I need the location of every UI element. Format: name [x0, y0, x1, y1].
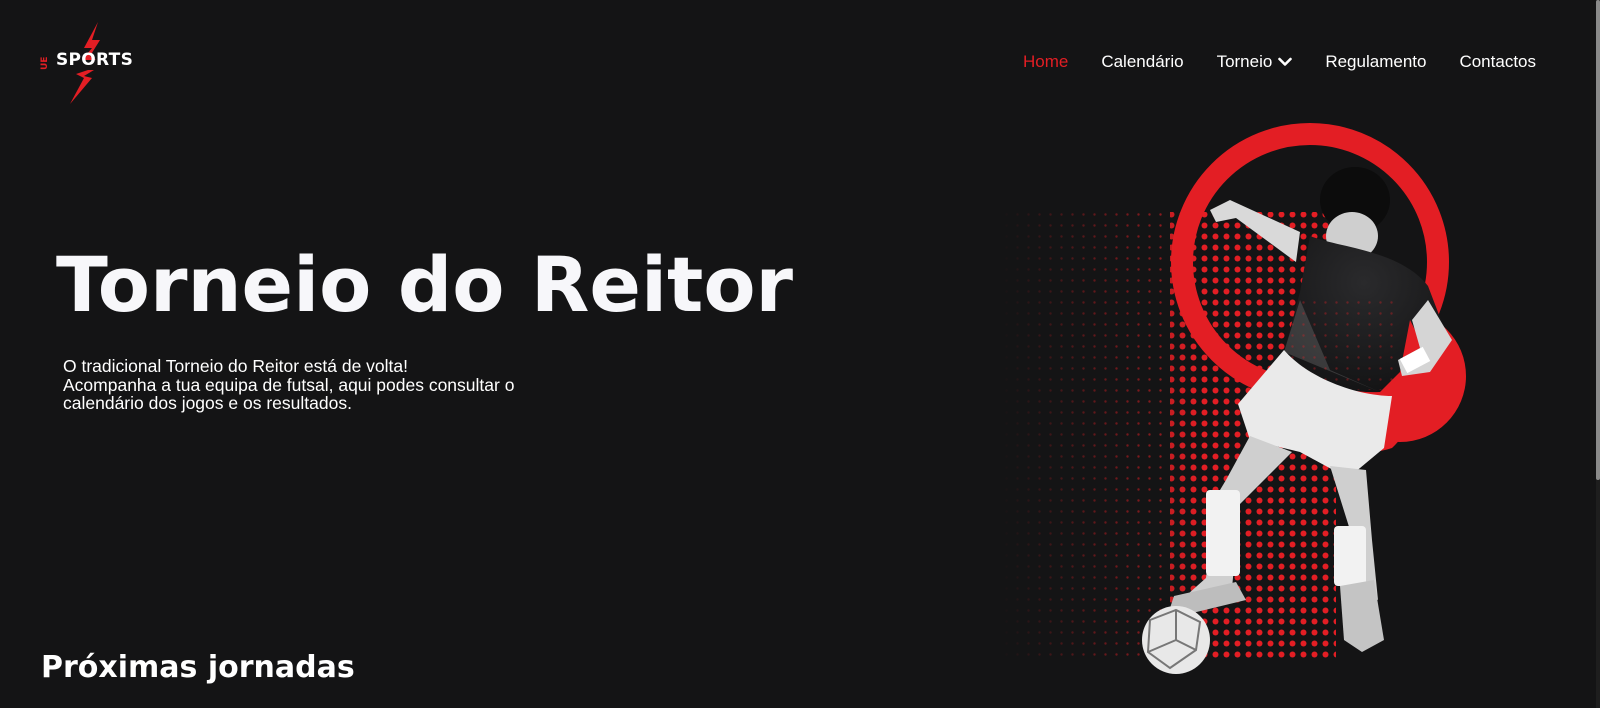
hero-description-line: O tradicional Torneio do Reitor está de … — [63, 356, 409, 376]
nav-calendario-label: Calendário — [1101, 52, 1184, 71]
nav-home-label: Home — [1022, 52, 1069, 71]
logo-name: SPORTS — [56, 50, 134, 70]
hero-description-line: calendário dos jogos e os resultados. — [63, 393, 352, 413]
hero-description: O tradicional Torneio do Reitor está de … — [63, 357, 623, 413]
nav-regulamento-label: Regulamento — [1325, 52, 1427, 71]
nav-regulamento[interactable]: Regulamento — [1325, 52, 1426, 72]
nav-torneio[interactable]: Torneio — [1217, 52, 1293, 72]
scrollbar-thumb[interactable] — [1596, 0, 1600, 480]
hero-player-illustration — [1000, 123, 1466, 674]
section-title-proximas-jornadas: Próximas jornadas — [41, 650, 355, 685]
nav-torneio-label: Torneio — [1216, 52, 1273, 71]
hero-description-line: Acompanha a tua equipa de futsal, aqui p… — [63, 374, 515, 395]
hero-title: Torneio do Reitor — [56, 240, 794, 329]
nav-contactos[interactable]: Contactos — [1459, 52, 1536, 72]
page: UE SPORTS Home Calendário Torneio Regula… — [0, 0, 1600, 708]
logo-prefix: UE — [40, 56, 50, 70]
ue-sports-logo[interactable]: UE SPORTS — [40, 22, 140, 104]
main-nav: Home Calendário Torneio Regulamento Cont… — [1023, 52, 1536, 72]
nav-home[interactable]: Home — [1023, 52, 1068, 72]
nav-contactos-label: Contactos — [1459, 52, 1536, 71]
chevron-down-icon — [1278, 57, 1293, 66]
nav-calendario[interactable]: Calendário — [1101, 52, 1183, 72]
